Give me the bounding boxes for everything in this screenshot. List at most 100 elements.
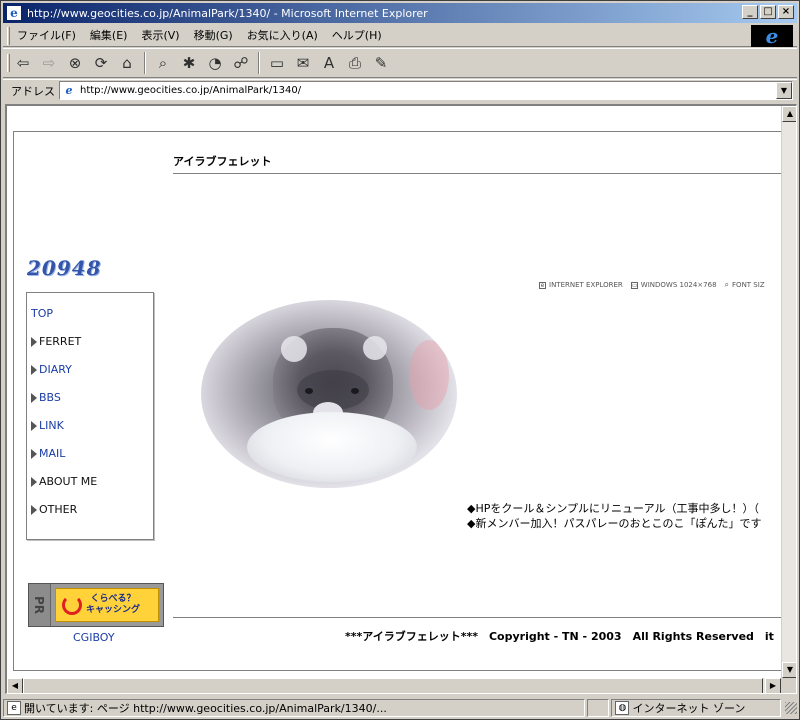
nav-item-diary[interactable]: DIARY	[31, 363, 72, 376]
refresh-icon[interactable]: ⟳	[88, 51, 114, 75]
ferret-eye-left	[305, 388, 313, 394]
web-page: アイラブフェレット 20948 e INTERNET EXPLORER ▭ WIND…	[7, 106, 781, 678]
address-dropdown-button[interactable]: ▼	[776, 82, 792, 99]
nav-item-label[interactable]: FERRET	[39, 335, 81, 348]
scroll-left-button[interactable]: ◀	[7, 678, 23, 693]
back-arrow-icon[interactable]: ⇦	[10, 51, 36, 75]
menu-go[interactable]: 移動(G)	[187, 26, 240, 46]
ferret-photo	[201, 300, 457, 488]
address-field[interactable]: e http://www.geocities.co.jp/AnimalPark/…	[59, 81, 793, 100]
close-button[interactable]: ×	[778, 5, 794, 19]
info-font: ⌕ FONT SIZ	[725, 280, 765, 290]
ie-page-icon: e	[6, 5, 22, 21]
font-size-icon[interactable]: A	[316, 51, 342, 75]
info-ie-label: INTERNET EXPLORER	[549, 281, 623, 289]
site-title: アイラブフェレット	[173, 155, 272, 168]
cgiboy-link[interactable]: CGIBOY	[73, 631, 115, 644]
zone-text: インターネット ゾーン	[632, 702, 746, 715]
pr-banner[interactable]: PR くらべる？ キャッシング	[28, 583, 164, 627]
triangle-right-icon	[31, 476, 37, 487]
nav-item-label[interactable]: LINK	[39, 419, 64, 432]
info-font-label: FONT SIZ	[732, 281, 765, 289]
scrollbar-corner	[781, 678, 796, 693]
favorites-icon[interactable]: ✱	[176, 51, 202, 75]
menu-edit[interactable]: 編集(E)	[83, 26, 135, 46]
title-divider	[173, 173, 781, 174]
browser-window: e http://www.geocities.co.jp/AnimalPark/…	[0, 0, 800, 720]
menu-view[interactable]: 表示(V)	[134, 26, 186, 46]
visitor-counter: 20948	[27, 256, 102, 280]
triangle-right-icon	[31, 336, 37, 347]
triangle-right-icon	[31, 392, 37, 403]
nav-item-bbs[interactable]: BBS	[31, 391, 61, 404]
menu-favorites[interactable]: お気に入り(A)	[240, 26, 325, 46]
scroll-right-button[interactable]: ▶	[765, 678, 781, 693]
edit-icon[interactable]: ✎	[368, 51, 394, 75]
pr-ad[interactable]: くらべる？ キャッシング	[55, 588, 159, 622]
scroll-down-button[interactable]: ▼	[782, 662, 796, 678]
fullscreen-icon[interactable]: ▭	[264, 51, 290, 75]
maximize-button[interactable]: □	[760, 5, 776, 19]
nav-item-ferret[interactable]: FERRET	[31, 335, 81, 348]
standard-toolbar: ⇦ ⇨ ⊗ ⟳ ⌂ ⌕ ✱ ◔ ☍ ▭ ✉ A ⎙ ✎	[3, 48, 797, 78]
monitor-icon: ▭	[630, 281, 638, 289]
resize-grip[interactable]	[785, 702, 797, 714]
home-icon[interactable]: ⌂	[114, 51, 140, 75]
photo-background-blush	[409, 340, 449, 410]
vertical-scrollbar[interactable]: ▲ ▼	[781, 106, 796, 678]
channels-icon[interactable]: ☍	[228, 51, 254, 75]
browser-info-bar: e INTERNET EXPLORER ▭ WINDOWS 1024×768 ⌕ FO…	[539, 280, 765, 290]
menu-help[interactable]: ヘルプ(H)	[325, 26, 389, 46]
title-bar[interactable]: e http://www.geocities.co.jp/AnimalPark/…	[3, 3, 797, 23]
nav-item-mail[interactable]: MAIL	[31, 447, 65, 460]
nav-item-label[interactable]: TOP	[31, 307, 53, 320]
ferret-eye-right	[351, 388, 359, 394]
triangle-right-icon	[31, 420, 37, 431]
horizontal-scrollbar[interactable]: ◀ ▶	[7, 678, 781, 693]
search-icon[interactable]: ⌕	[150, 51, 176, 75]
pr-line-2: キャッシング	[86, 605, 141, 615]
stop-icon[interactable]: ⊗	[62, 51, 88, 75]
horizontal-scroll-thumb[interactable]	[23, 678, 763, 693]
nav-item-about-me[interactable]: ABOUT ME	[31, 475, 97, 488]
mail-icon[interactable]: ✉	[290, 51, 316, 75]
info-windows-label: WINDOWS 1024×768	[640, 281, 717, 289]
pr-line-1: くらべる？	[90, 594, 136, 604]
address-url[interactable]: http://www.geocities.co.jp/AnimalPark/13…	[80, 85, 301, 96]
status-text-panel: e 開いています: ページ http://www.geocities.co.jp…	[3, 699, 586, 717]
forward-arrow-icon[interactable]: ⇨	[36, 51, 62, 75]
news-list: ◆HPをクール＆シンプルにリニューアル（工事中多し！）（ ◆新メンバー加入！パス…	[467, 501, 761, 531]
ferret-ear-right	[363, 336, 387, 360]
scroll-up-button[interactable]: ▲	[782, 106, 796, 122]
nav-item-top[interactable]: TOP	[31, 307, 53, 320]
pr-label: PR	[29, 584, 51, 626]
toolbar-separator	[258, 52, 260, 74]
footer-divider	[173, 617, 781, 618]
food-bowl	[247, 412, 417, 482]
page-loading-icon: e	[7, 701, 21, 715]
history-icon[interactable]: ◔	[202, 51, 228, 75]
window-title: http://www.geocities.co.jp/AnimalPark/13…	[27, 6, 428, 20]
triangle-right-icon	[31, 504, 37, 515]
nav-item-other[interactable]: OTHER	[31, 503, 77, 516]
info-windows: ▭ WINDOWS 1024×768	[630, 280, 717, 290]
address-label: アドレス	[11, 84, 55, 98]
nav-item-label[interactable]: ABOUT ME	[39, 475, 97, 488]
pr-text: くらべる？ キャッシング	[86, 594, 140, 616]
ie-logo-icon: e	[751, 24, 793, 48]
print-icon[interactable]: ⎙	[342, 51, 368, 75]
triangle-right-icon	[31, 364, 37, 375]
nav-item-label[interactable]: OTHER	[39, 503, 77, 516]
nav-item-label[interactable]: BBS	[39, 391, 61, 404]
navigation-menu: TOP FERRET DIARY BBS LINK MAIL ABOUT ME …	[26, 292, 154, 540]
nav-item-link[interactable]: LINK	[31, 419, 64, 432]
minimize-button[interactable]: _	[742, 5, 758, 19]
copyright-footer: ***アイラブフェレット*** Copyright - TN - 2003 Al…	[345, 630, 774, 643]
nav-item-label[interactable]: DIARY	[39, 363, 72, 376]
zone-panel: ◍ インターネット ゾーン	[611, 699, 782, 717]
news-item: ◆新メンバー加入！パスパレーのおとこのこ「ぽんた」です	[467, 517, 762, 530]
menu-file[interactable]: ファイル(F)	[10, 26, 83, 46]
nav-item-label[interactable]: MAIL	[39, 447, 65, 460]
triangle-right-icon	[31, 448, 37, 459]
status-panel-empty	[587, 699, 610, 717]
